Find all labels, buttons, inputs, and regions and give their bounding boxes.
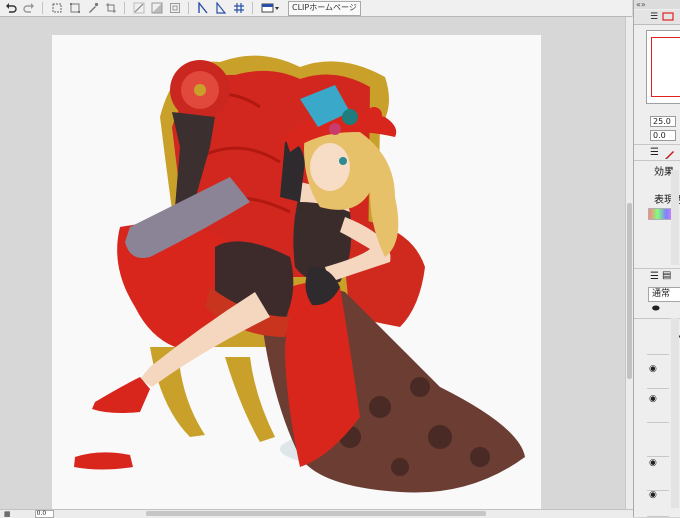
ruler-icon[interactable] — [132, 1, 146, 15]
eyedropper-icon[interactable] — [86, 1, 100, 15]
layer-menu-icon[interactable] — [260, 1, 282, 15]
opacity-dial-icon[interactable]: ⬬ — [652, 304, 660, 314]
collapse-icon[interactable]: «» — [634, 0, 680, 9]
layer-row[interactable]: ◉ — [647, 354, 669, 389]
layer-tab-icon[interactable]: ▤ — [662, 270, 671, 281]
clip-homepage-button[interactable]: CLIPホームページ — [288, 0, 361, 16]
undo-icon[interactable] — [4, 1, 18, 15]
layer-scrollbar[interactable] — [671, 318, 679, 508]
layer-row[interactable] — [647, 320, 680, 355]
panel-menu-icon[interactable]: ☰ — [650, 12, 658, 22]
navigator-tab-icon[interactable] — [662, 12, 676, 22]
right-panel: «» ☰ 25.0 0.0 ☰ 効果 表現色 ☰ ▤ 通常 ⬬ ◉ ◉ ◉ ◉ — [633, 0, 680, 517]
command-bar: CLIPホームページ — [0, 0, 632, 17]
pen-icon[interactable] — [664, 148, 676, 160]
layer-panel-menu-icon[interactable]: ☰ — [650, 271, 659, 282]
eye-icon[interactable]: ◉ — [649, 490, 657, 500]
perspective-icon[interactable] — [214, 1, 228, 15]
frame-icon[interactable] — [168, 1, 182, 15]
navigator-preview[interactable] — [646, 30, 680, 104]
layer-row[interactable] — [647, 422, 669, 457]
opacity-field[interactable]: 0.0 — [650, 130, 676, 141]
eye-icon[interactable]: ◉ — [649, 458, 657, 468]
artwork-canvas[interactable] — [0, 17, 625, 509]
property-scrollbar[interactable] — [671, 170, 679, 265]
snap-icon[interactable] — [196, 1, 210, 15]
select-all-icon[interactable] — [50, 1, 64, 15]
face — [310, 143, 350, 191]
layer-row[interactable]: ◉ — [647, 388, 669, 423]
blend-mode-select[interactable]: 通常 — [648, 287, 680, 302]
navigator-view-frame[interactable] — [651, 37, 680, 97]
canvas-area[interactable] — [0, 17, 625, 509]
dropped-shoe — [74, 452, 133, 470]
crop-icon[interactable] — [104, 1, 118, 15]
redo-icon[interactable] — [22, 1, 36, 15]
horizontal-scroll-thumb[interactable] — [146, 511, 486, 516]
panel-menu-icon[interactable]: ☰ — [650, 147, 659, 158]
eye-icon[interactable]: ◉ — [649, 394, 657, 404]
brush-size-field[interactable]: 25.0 — [650, 116, 676, 127]
panel-tabs: ☰ — [634, 10, 680, 25]
layer-row[interactable]: ◉ — [647, 482, 669, 517]
eye-icon[interactable]: ◉ — [649, 364, 657, 374]
vertical-scroll-thumb[interactable] — [627, 203, 632, 379]
grid-icon[interactable] — [232, 1, 246, 15]
fill-icon[interactable] — [150, 1, 164, 15]
transform-icon[interactable] — [68, 1, 82, 15]
